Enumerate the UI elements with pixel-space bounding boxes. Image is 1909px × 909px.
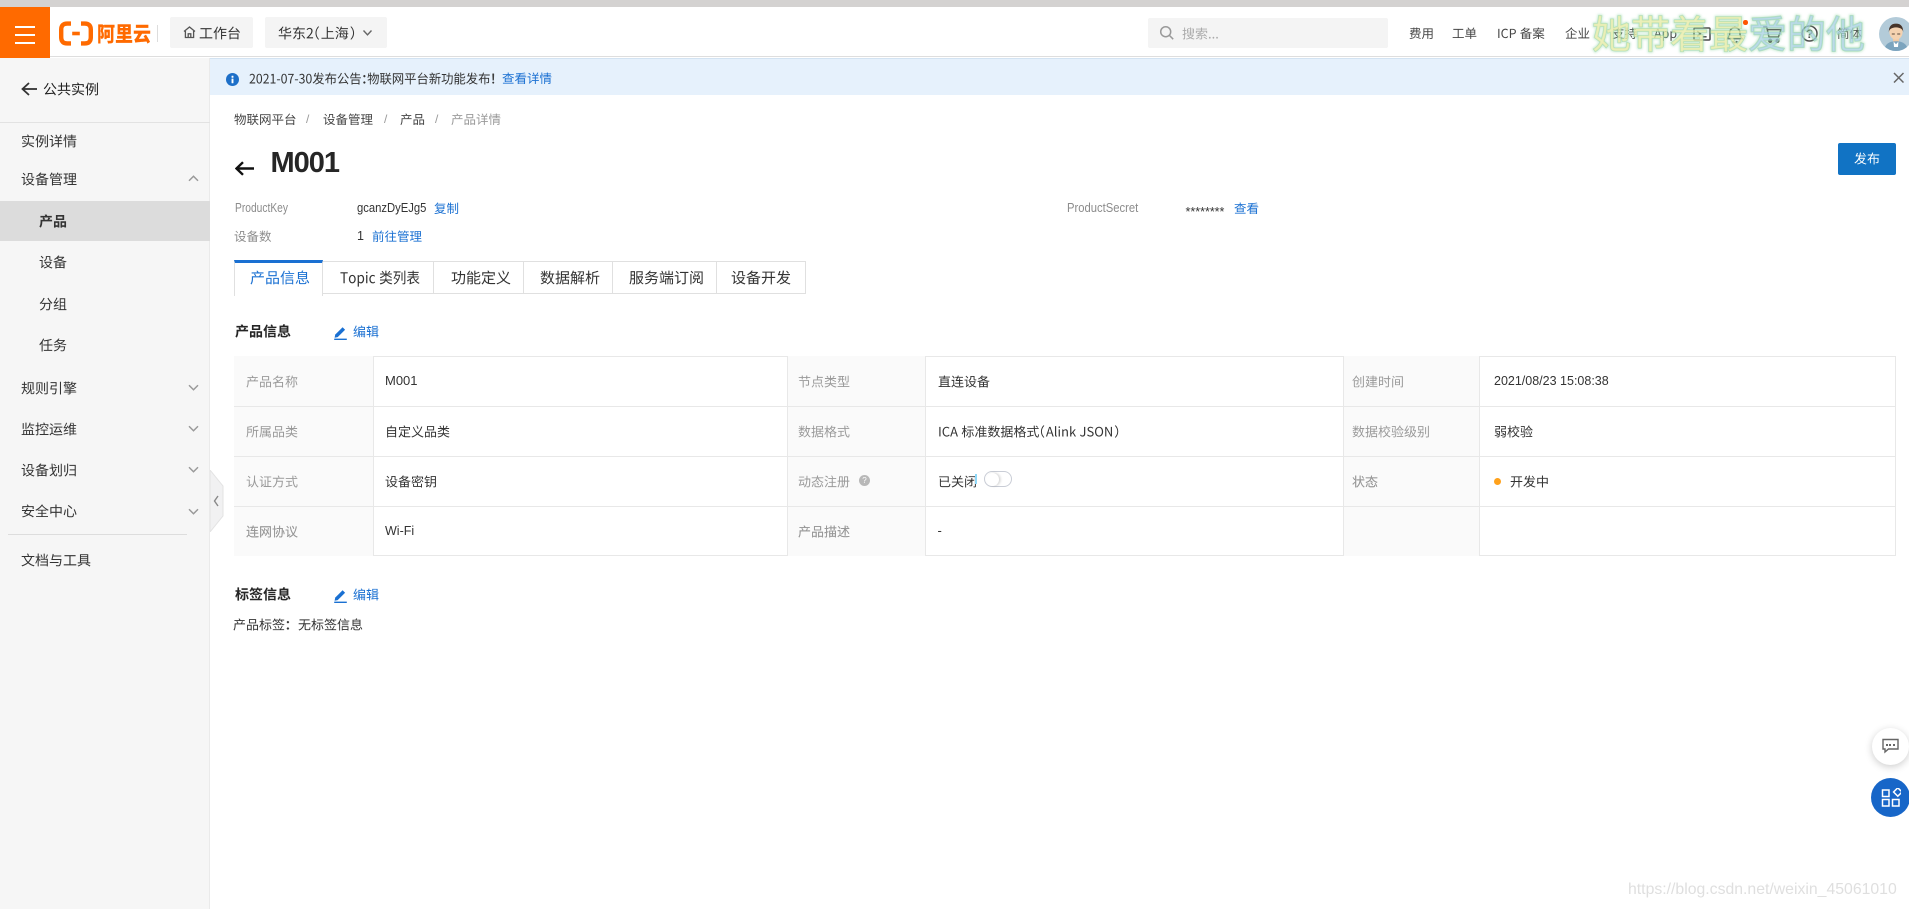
svg-text:?: ? — [862, 476, 867, 485]
